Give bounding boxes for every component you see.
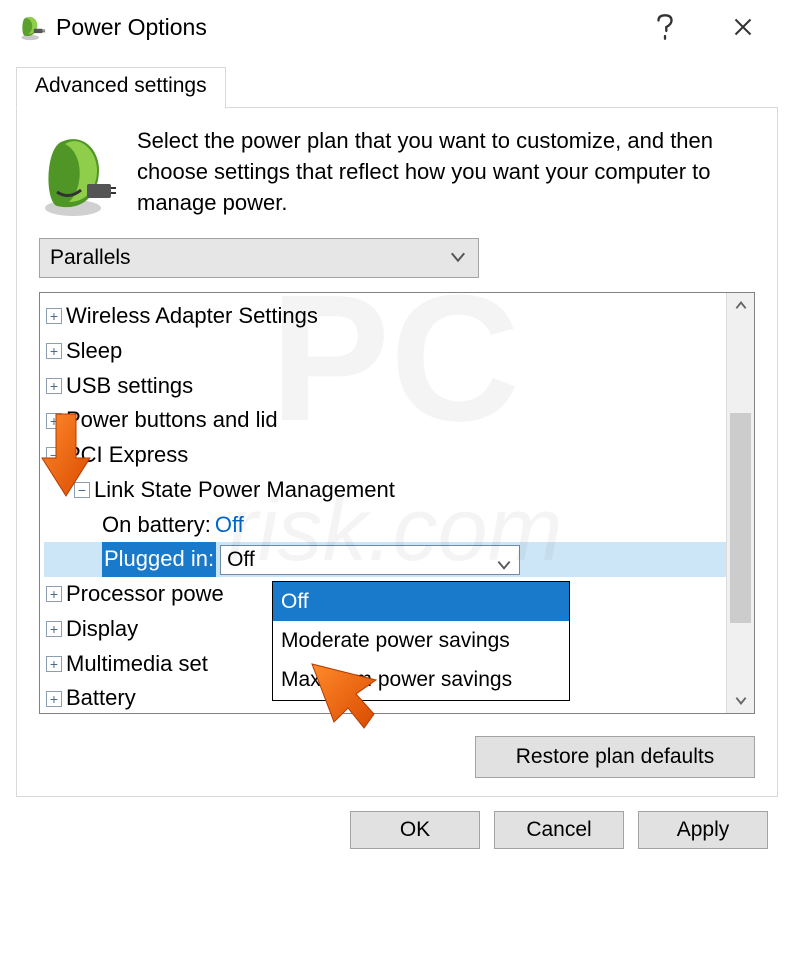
chevron-down-icon bbox=[448, 247, 468, 273]
tree-item-wireless[interactable]: +Wireless Adapter Settings bbox=[44, 299, 726, 334]
restore-defaults-button[interactable]: Restore plan defaults bbox=[475, 736, 755, 778]
cancel-button[interactable]: Cancel bbox=[494, 811, 624, 849]
tree-item-plugged-in[interactable]: Plugged in: Off bbox=[44, 542, 726, 577]
dropdown-option-maximum[interactable]: Maximum power savings bbox=[273, 660, 569, 699]
dropdown-popup: Off Moderate power savings Maximum power… bbox=[272, 581, 570, 701]
collapse-icon[interactable]: − bbox=[74, 482, 90, 498]
tree-item-usb[interactable]: +USB settings bbox=[44, 369, 726, 404]
scroll-down-icon[interactable] bbox=[727, 687, 754, 713]
expand-icon[interactable]: + bbox=[46, 656, 62, 672]
expand-icon[interactable]: + bbox=[46, 308, 62, 324]
tree-item-power-buttons[interactable]: +Power buttons and lid bbox=[44, 403, 726, 438]
dropdown-option-moderate[interactable]: Moderate power savings bbox=[273, 621, 569, 660]
apply-button[interactable]: Apply bbox=[638, 811, 768, 849]
scroll-up-icon[interactable] bbox=[727, 293, 754, 319]
tree-item-on-battery[interactable]: On battery:Off bbox=[44, 508, 726, 543]
settings-tree: +Wireless Adapter Settings +Sleep +USB s… bbox=[39, 292, 755, 714]
battery-icon bbox=[18, 13, 46, 41]
power-plan-selected: Parallels bbox=[50, 246, 131, 270]
help-button[interactable] bbox=[650, 12, 680, 42]
tab-advanced-settings[interactable]: Advanced settings bbox=[16, 67, 226, 109]
close-button[interactable] bbox=[728, 12, 758, 42]
scroll-thumb[interactable] bbox=[730, 413, 751, 623]
chevron-down-icon bbox=[495, 551, 513, 584]
expand-icon[interactable]: + bbox=[46, 691, 62, 707]
tree-item-link-state[interactable]: −Link State Power Management bbox=[44, 473, 726, 508]
titlebar: Power Options bbox=[0, 0, 790, 56]
dropdown-option-off[interactable]: Off bbox=[273, 582, 569, 621]
battery-large-icon bbox=[39, 126, 117, 220]
tab-panel: Select the power plan that you want to c… bbox=[16, 107, 778, 797]
ok-button[interactable]: OK bbox=[350, 811, 480, 849]
tree-scrollbar[interactable] bbox=[726, 293, 754, 713]
expand-icon[interactable]: + bbox=[46, 586, 62, 602]
tree-item-pci-express[interactable]: −PCI Express bbox=[44, 438, 726, 473]
window-title: Power Options bbox=[56, 14, 650, 41]
plugged-in-dropdown[interactable]: Off bbox=[220, 545, 520, 575]
power-plan-dropdown[interactable]: Parallels bbox=[39, 238, 479, 278]
expand-icon[interactable]: + bbox=[46, 378, 62, 394]
collapse-icon[interactable]: − bbox=[46, 447, 62, 463]
expand-icon[interactable]: + bbox=[46, 413, 62, 429]
expand-icon[interactable]: + bbox=[46, 343, 62, 359]
expand-icon[interactable]: + bbox=[46, 621, 62, 637]
tree-item-sleep[interactable]: +Sleep bbox=[44, 334, 726, 369]
intro-text: Select the power plan that you want to c… bbox=[137, 126, 755, 220]
